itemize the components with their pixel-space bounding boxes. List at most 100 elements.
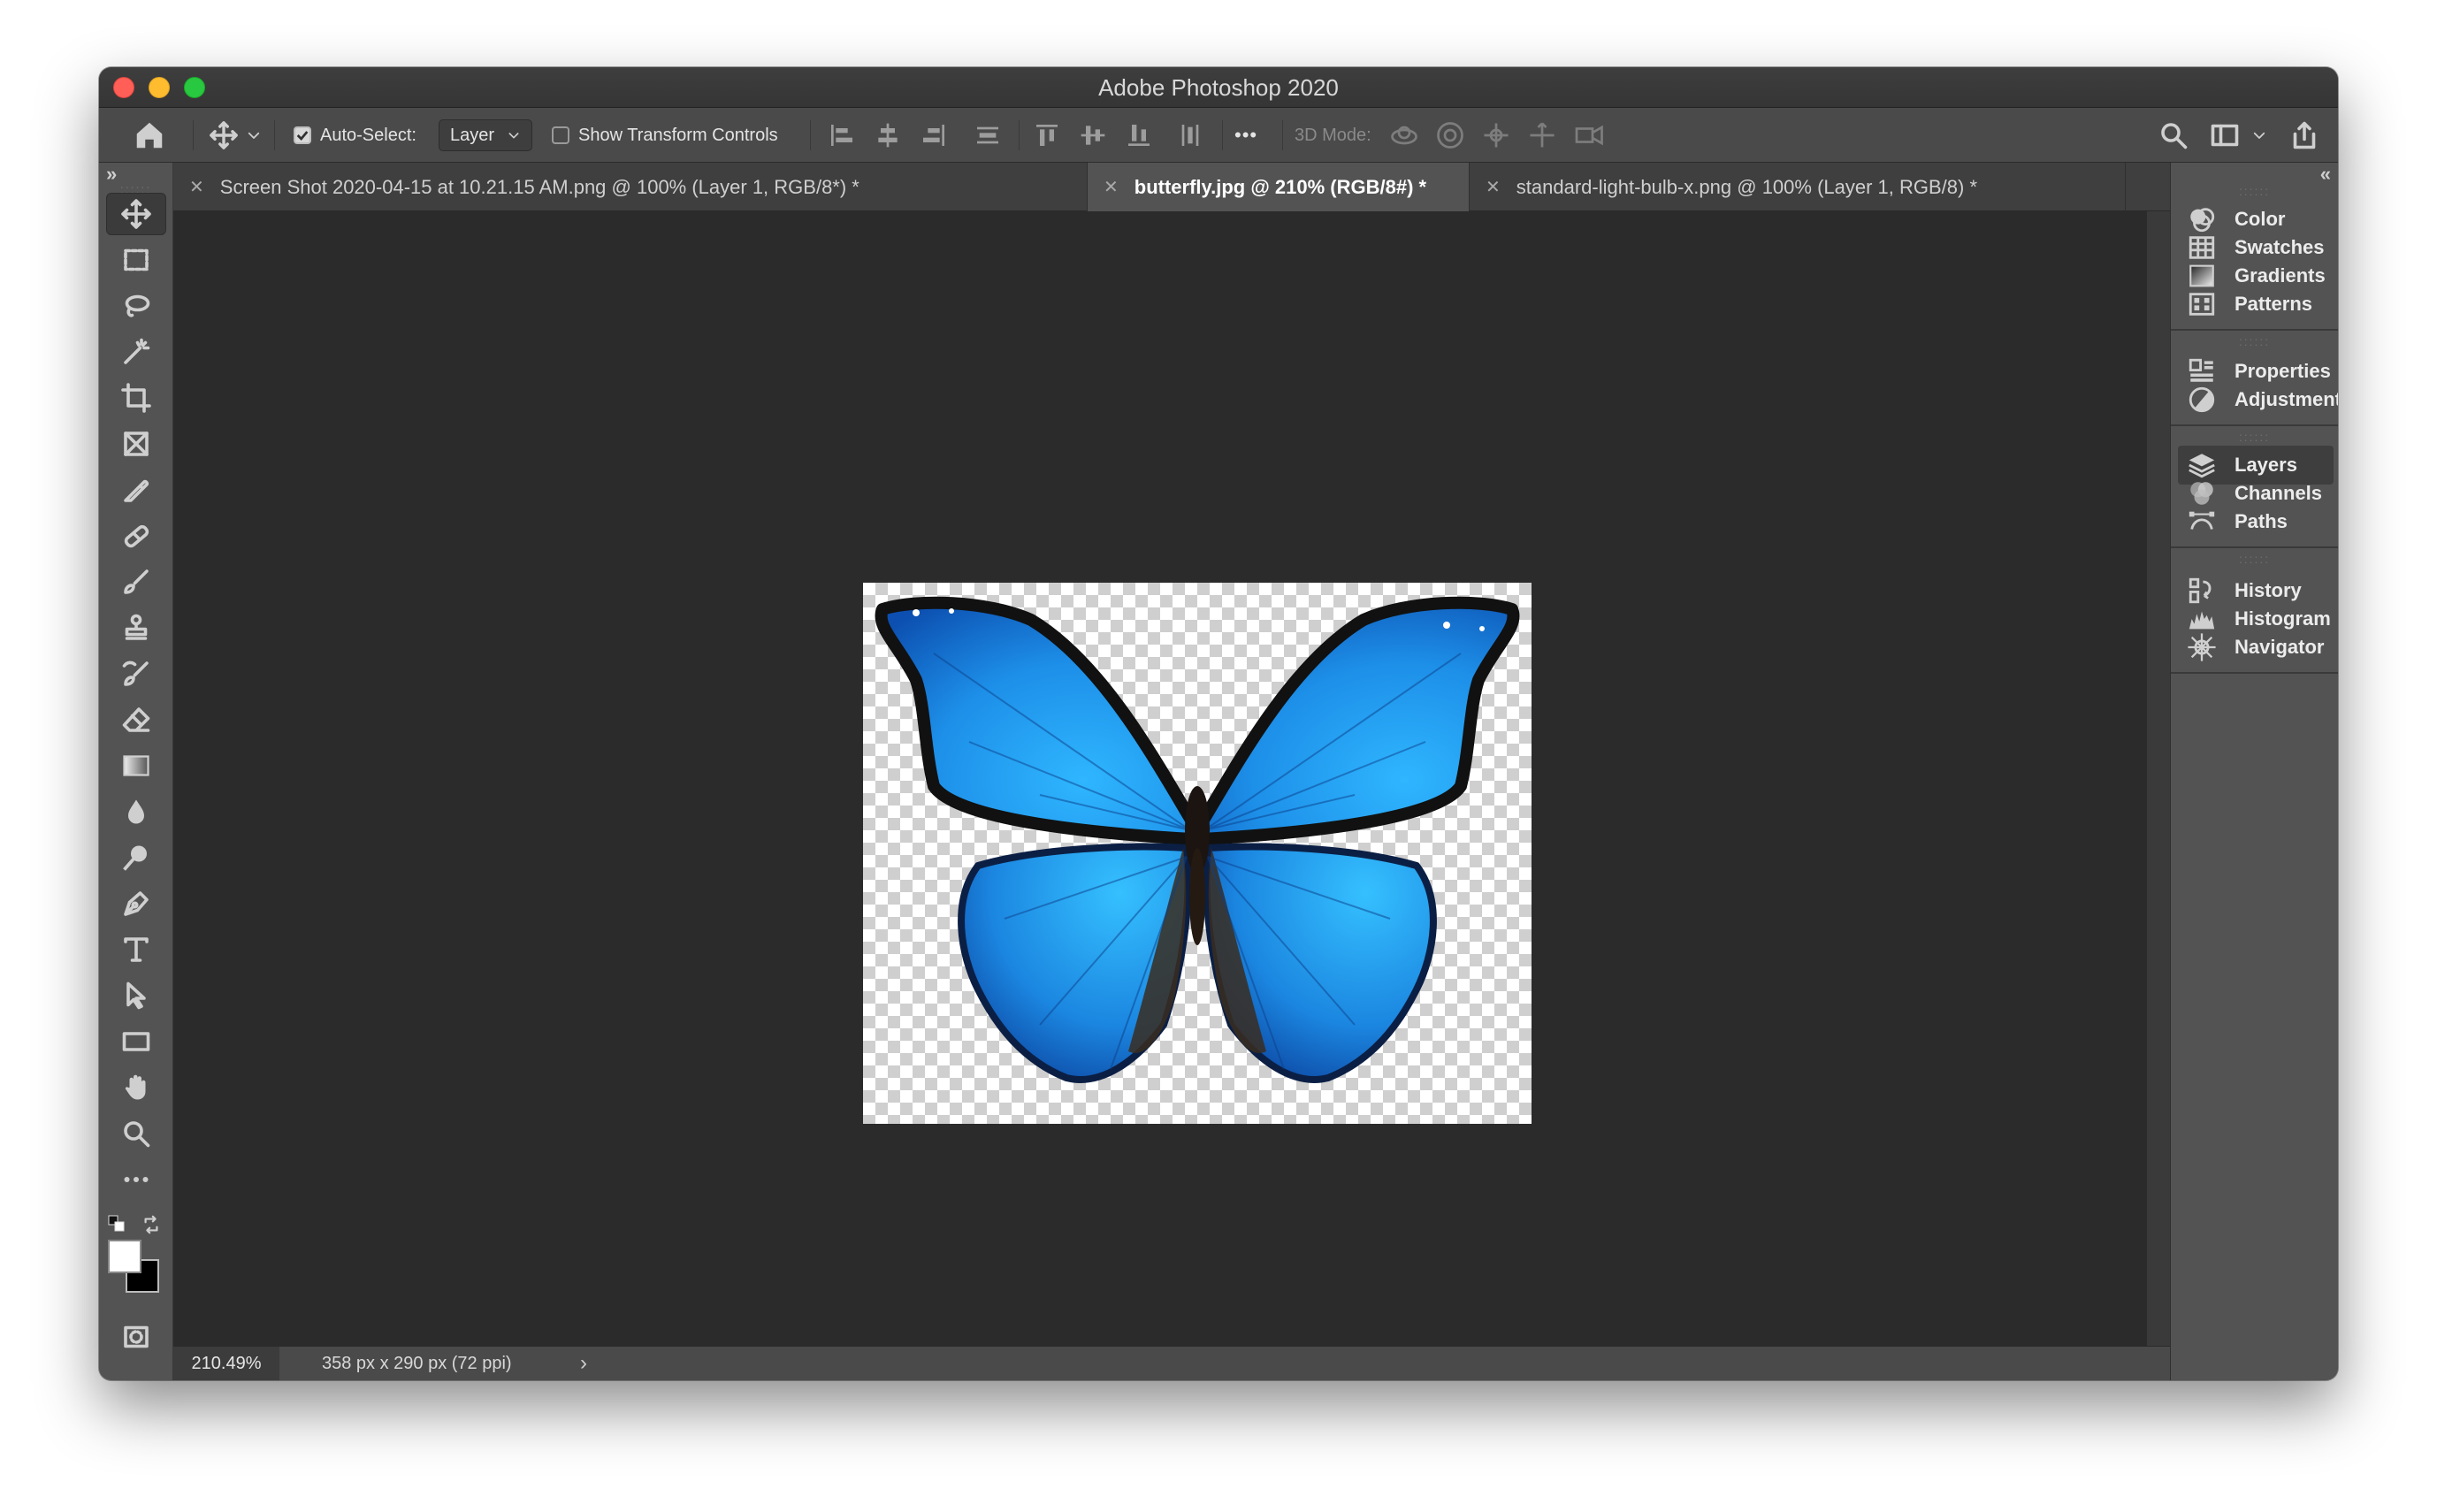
zoom-level-field[interactable]: 210.49%: [173, 1347, 279, 1380]
eraser-tool[interactable]: [106, 699, 166, 741]
align-right-edges-button[interactable]: [920, 108, 948, 163]
status-bar: 210.49% 358 px x 290 px (72 ppi) ›: [173, 1346, 2170, 1380]
pen-icon: [124, 891, 149, 916]
vertical-scrollbar[interactable]: [2147, 211, 2170, 1346]
marquee-tool[interactable]: [106, 239, 166, 281]
default-colors-icon[interactable]: [108, 1215, 126, 1237]
magic-wand-tool[interactable]: [106, 331, 166, 373]
frame-icon: [124, 431, 149, 456]
auto-select-target-dropdown[interactable]: Layer: [439, 108, 532, 163]
workspace-button[interactable]: [2209, 108, 2267, 163]
auto-select-target-value: Layer: [450, 125, 495, 145]
panel-group-grip[interactable]: ::::::: [2171, 184, 2338, 198]
close-tab-icon[interactable]: ✕: [1104, 176, 1119, 198]
search-button[interactable]: [2158, 108, 2189, 163]
rectangle-tool[interactable]: [106, 1020, 166, 1063]
tab-screenshot[interactable]: ✕ Screen Shot 2020-04-15 at 10.21.15 AM.…: [173, 163, 1088, 211]
more-options-label: •••: [1234, 124, 1258, 146]
distribute-vertical-button[interactable]: [973, 108, 1003, 163]
eyedropper-icon: [124, 479, 149, 502]
separator: [1222, 120, 1223, 150]
gradient-tool[interactable]: [106, 745, 166, 787]
3d-orbit-button[interactable]: [1388, 108, 1420, 163]
history-brush-tool[interactable]: [106, 653, 166, 695]
dodge-tool[interactable]: [106, 836, 166, 879]
panel-dock-collapse-icon[interactable]: «: [2320, 163, 2331, 186]
brush-tool[interactable]: [106, 561, 166, 603]
path-selection-tool[interactable]: [106, 974, 166, 1017]
align-top-edges-button[interactable]: [1033, 108, 1061, 163]
chevron-down-icon: [2253, 132, 2265, 139]
dodge-icon: [123, 845, 147, 871]
checkmark-icon: [296, 131, 309, 141]
patterns-icon: [2189, 293, 2215, 316]
close-tab-icon[interactable]: ✕: [1486, 176, 1501, 198]
panel-group-grip[interactable]: ::::::: [2171, 334, 2338, 348]
document-canvas[interactable]: [863, 583, 1532, 1124]
tab-butterfly[interactable]: ✕ butterfly.jpg @ 210% (RGB/8#) *: [1088, 163, 1470, 211]
panel-adjustments[interactable]: Adjustments: [2178, 380, 2338, 419]
distribute-horizontal-icon: [1181, 125, 1199, 146]
brush-icon: [124, 569, 149, 594]
quick-mask-button[interactable]: [106, 1316, 166, 1358]
3d-slide-button[interactable]: [1526, 108, 1558, 163]
foreground-color-swatch[interactable]: [108, 1240, 141, 1273]
hand-tool[interactable]: [106, 1066, 166, 1109]
edit-toolbar-button[interactable]: [106, 1158, 166, 1201]
panel-navigator[interactable]: Navigator: [2178, 628, 2338, 667]
clone-stamp-tool[interactable]: [106, 607, 166, 649]
zoom-tool[interactable]: [106, 1112, 166, 1155]
panel-label: Paths: [2235, 510, 2288, 532]
swap-colors-icon[interactable]: [141, 1215, 161, 1239]
align-bottom-edges-button[interactable]: [1125, 108, 1153, 163]
crop-tool[interactable]: [106, 377, 166, 419]
checkbox-unchecked: [552, 126, 569, 144]
workspace-icon: [2211, 124, 2239, 147]
panel-label: Navigator: [2235, 636, 2325, 658]
title-bar: Adobe Photoshop 2020: [99, 67, 2338, 108]
panel-group-divider: [2171, 329, 2338, 331]
eyedropper-tool[interactable]: [106, 469, 166, 511]
auto-select-label: Auto-Select:: [320, 125, 416, 145]
pen-tool[interactable]: [106, 882, 166, 925]
share-button[interactable]: [2288, 108, 2320, 163]
panel-patterns[interactable]: Patterns: [2178, 285, 2338, 324]
align-vertical-centers-button[interactable]: [1079, 108, 1107, 163]
auto-select-checkbox[interactable]: Auto-Select:: [294, 108, 416, 163]
lasso-tool[interactable]: [106, 285, 166, 327]
more-options-button[interactable]: •••: [1234, 108, 1257, 163]
move-tool[interactable]: [106, 193, 166, 235]
show-transform-controls-checkbox[interactable]: Show Transform Controls: [552, 108, 778, 163]
panel-group-grip[interactable]: ::::::: [2171, 430, 2338, 444]
lasso-icon: [125, 294, 150, 317]
align-left-edges-button[interactable]: [828, 108, 856, 163]
drop-icon: [128, 799, 144, 824]
home-button[interactable]: [133, 108, 166, 163]
type-tool[interactable]: [106, 928, 166, 971]
panel-group-grip[interactable]: ::::::: [2171, 552, 2338, 566]
panel-paths[interactable]: Paths: [2178, 502, 2338, 541]
3d-pan-icon: [1484, 123, 1509, 148]
healing-brush-tool[interactable]: [106, 515, 166, 557]
frame-tool[interactable]: [106, 423, 166, 465]
distribute-horizontal-button[interactable]: [1176, 108, 1204, 163]
marquee-icon: [124, 248, 149, 271]
align-horizontal-centers-button[interactable]: [874, 108, 902, 163]
blur-tool[interactable]: [106, 790, 166, 833]
navigator-icon: [2188, 633, 2216, 661]
type-icon: [124, 937, 149, 962]
adjustments-icon: [2189, 386, 2215, 413]
3d-scale-button[interactable]: [1572, 108, 1608, 163]
move-tool-preset-button[interactable]: [209, 108, 262, 163]
align-right-icon: [923, 125, 944, 146]
close-tab-icon[interactable]: ✕: [189, 176, 204, 198]
canvas-area[interactable]: [173, 211, 2147, 1346]
3d-pan-button[interactable]: [1480, 108, 1512, 163]
separator: [810, 120, 811, 150]
rectangle-icon: [122, 1032, 150, 1051]
history-brush-icon: [122, 661, 149, 686]
move-icon: [121, 199, 151, 229]
status-menu-arrow-icon[interactable]: ›: [580, 1347, 587, 1380]
3d-roll-button[interactable]: [1434, 108, 1466, 163]
tab-light-bulb[interactable]: ✕ standard-light-bulb-x.png @ 100% (Laye…: [1470, 163, 2126, 211]
